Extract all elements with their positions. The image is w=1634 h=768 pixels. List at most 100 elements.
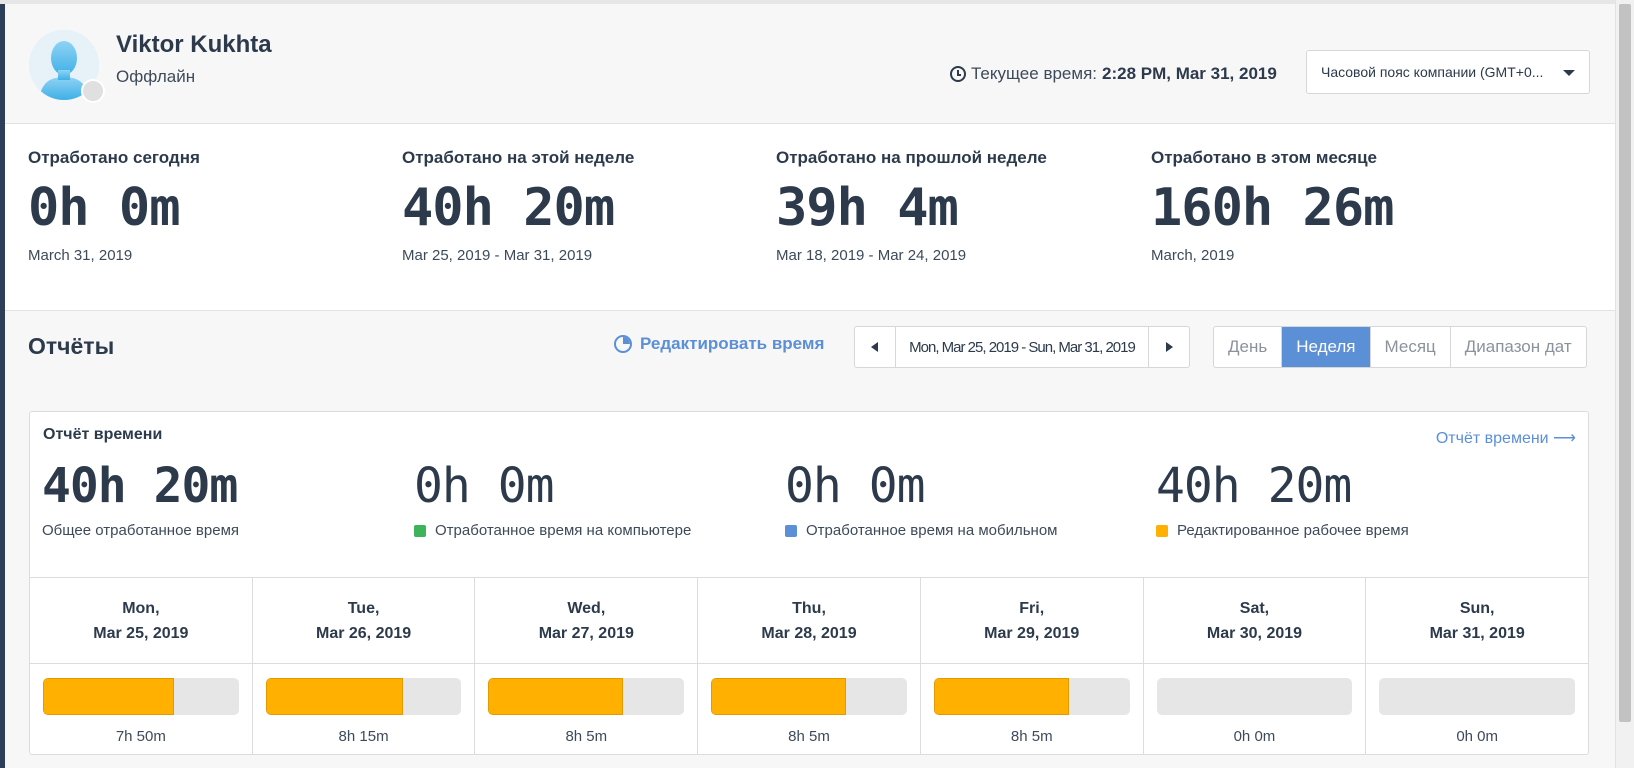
stat-label: Отработано на прошлой неделе xyxy=(776,148,1047,167)
metric-label: Общее отработанное время xyxy=(42,522,240,539)
day-bar xyxy=(488,678,685,715)
vertical-scrollbar[interactable] xyxy=(1615,0,1634,768)
day-name: Fri, xyxy=(1019,600,1045,617)
time-report-link[interactable]: Отчёт времени ⟶ xyxy=(1436,428,1576,448)
pie-clock-icon xyxy=(614,335,632,353)
day-date: Mar 25, 2019 xyxy=(93,625,189,642)
stat-range: Mar 18, 2019 - Mar 24, 2019 xyxy=(776,247,967,264)
day-bar xyxy=(1156,678,1353,715)
next-period-button[interactable] xyxy=(1148,327,1189,367)
timezone-select[interactable]: Часовой пояс компании (GMT+0... xyxy=(1306,50,1590,94)
day-header: Tue, Mar 26, 2019 xyxy=(252,578,475,664)
day-column: Sat, Mar 30, 2019 0h 0m xyxy=(1142,578,1366,755)
day-bar-fill xyxy=(711,678,847,715)
day-header: Wed, Mar 27, 2019 xyxy=(475,578,698,664)
date-range-navigator: Mon, Mar 25, 2019 - Sun, Mar 31, 2019 xyxy=(854,326,1190,368)
day-column: Sun, Mar 31, 2019 0h 0m xyxy=(1365,578,1589,755)
stat-label: Отработано в этом месяце xyxy=(1151,148,1377,167)
day-column: Mon, Mar 25, 2019 7h 50m xyxy=(30,578,252,755)
tab-month[interactable]: Месяц xyxy=(1369,327,1450,367)
metric-total: 40h 20m Общее отработанное время xyxy=(42,458,239,539)
clock-icon xyxy=(950,66,966,82)
day-header: Sun, Mar 31, 2019 xyxy=(1366,578,1589,664)
day-name: Wed, xyxy=(567,600,606,617)
stat-value: 0h 0m xyxy=(28,178,181,238)
day-date: Mar 26, 2019 xyxy=(315,625,412,642)
day-bar xyxy=(933,678,1130,715)
stat-today: Отработано сегодня 0h 0m March 31, 2019 xyxy=(28,148,200,264)
day-name: Mon, xyxy=(122,600,160,617)
tab-week[interactable]: Неделя xyxy=(1281,327,1370,367)
date-range-display[interactable]: Mon, Mar 25, 2019 - Sun, Mar 31, 2019 xyxy=(896,339,1148,356)
edit-time-label: Редактировать время xyxy=(640,334,825,353)
day-name: Thu, xyxy=(792,600,826,617)
stat-this-week: Отработано на этой неделе 40h 20m Mar 25… xyxy=(402,148,634,264)
edit-time-link[interactable]: Редактировать время xyxy=(614,334,824,354)
offline-status-dot xyxy=(81,79,105,103)
metric-value: 0h 0m xyxy=(785,458,926,514)
metric-value: 40h 20m xyxy=(42,458,238,514)
tab-date-range[interactable]: Диапазон дат xyxy=(1449,327,1586,367)
metric-mobile: 0h 0m Отработанное время на мобильном xyxy=(785,458,1057,539)
stat-range: March, 2019 xyxy=(1151,247,1235,264)
day-bar-fill xyxy=(43,678,175,715)
day-bar xyxy=(265,678,462,715)
day-total: 0h 0m xyxy=(1233,728,1276,745)
stat-value: 160h 26m xyxy=(1151,178,1394,238)
day-name: Sat, xyxy=(1239,600,1270,617)
day-date: Mar 31, 2019 xyxy=(1429,625,1525,642)
day-date: Mar 30, 2019 xyxy=(1206,625,1303,642)
metric-label-row: Общее отработанное время xyxy=(42,522,239,539)
metric-label-row: Редактированное рабочее время xyxy=(1156,522,1409,539)
day-header: Thu, Mar 28, 2019 xyxy=(698,578,920,664)
profile-header: Viktor Kukhta Оффлайн Текущее время: 2:2… xyxy=(5,4,1616,124)
day-column: Thu, Mar 28, 2019 8h 5m xyxy=(697,578,920,755)
day-header: Fri, Mar 29, 2019 xyxy=(920,578,1143,664)
time-report-title: Отчёт времени xyxy=(43,426,163,443)
edited-legend-swatch xyxy=(1156,524,1168,537)
metric-label: Отработанное время на мобильном xyxy=(806,522,1058,539)
day-total: 8h 15m xyxy=(338,728,389,745)
current-time: Текущее время: 2:28 PM, Mar 31, 2019 xyxy=(950,64,1277,84)
timezone-select-value: Часовой пояс компании (GMT+0... xyxy=(1321,64,1544,80)
stat-last-week: Отработано на прошлой неделе 39h 4m Mar … xyxy=(776,148,1047,264)
stat-label: Отработано на этой неделе xyxy=(402,148,635,167)
user-status: Оффлайн xyxy=(116,67,196,86)
day-total: 7h 50m xyxy=(115,728,166,745)
current-time-value: 2:28 PM, Mar 31, 2019 xyxy=(1102,64,1277,83)
day-column: Wed, Mar 27, 2019 8h 5m xyxy=(474,578,698,755)
user-name: Viktor Kukhta xyxy=(116,31,272,58)
day-bar xyxy=(1379,678,1576,715)
day-column: Tue, Mar 26, 2019 8h 15m xyxy=(251,578,475,755)
day-bar xyxy=(711,678,907,715)
stat-label: Отработано сегодня xyxy=(28,148,200,167)
metric-label: Редактированное рабочее время xyxy=(1177,522,1409,539)
day-bar-fill xyxy=(933,678,1069,715)
computer-legend-swatch xyxy=(414,524,426,537)
stat-range: March 31, 2019 xyxy=(28,247,133,264)
previous-period-button[interactable] xyxy=(855,327,896,367)
day-total: 8h 5m xyxy=(788,728,830,745)
scrollbar-thumb[interactable] xyxy=(1619,4,1631,722)
stat-value: 40h 20m xyxy=(402,178,615,238)
period-tabs: День Неделя Месяц Диапазон дат xyxy=(1213,326,1587,368)
metric-label-row: Отработанное время на компьютере xyxy=(414,522,691,539)
day-bar xyxy=(43,678,239,715)
time-report-card: Отчёт времени Отчёт времени ⟶ 40h 20m Об… xyxy=(29,411,1589,755)
day-total: 8h 5m xyxy=(1010,728,1053,745)
stat-range: Mar 25, 2019 - Mar 31, 2019 xyxy=(402,247,593,264)
mobile-legend-swatch xyxy=(785,524,797,537)
day-header: Sat, Mar 30, 2019 xyxy=(1143,578,1366,664)
stat-value: 39h 4m xyxy=(776,178,959,238)
metric-computer: 0h 0m Отработанное время на компьютере xyxy=(414,458,691,539)
day-date: Mar 27, 2019 xyxy=(538,625,634,642)
day-name: Tue, xyxy=(347,600,380,617)
metric-value: 0h 0m xyxy=(414,458,555,514)
stat-this-month: Отработано в этом месяце 160h 26m March,… xyxy=(1151,148,1394,264)
tab-day[interactable]: День xyxy=(1214,327,1281,367)
daily-breakdown: Mon, Mar 25, 2019 7h 50m Tue, Mar 26, 20… xyxy=(30,577,1589,755)
day-date: Mar 29, 2019 xyxy=(984,625,1080,642)
reports-title: Отчёты xyxy=(28,333,115,359)
day-name: Sun, xyxy=(1459,600,1495,617)
day-total: 8h 5m xyxy=(565,728,608,745)
